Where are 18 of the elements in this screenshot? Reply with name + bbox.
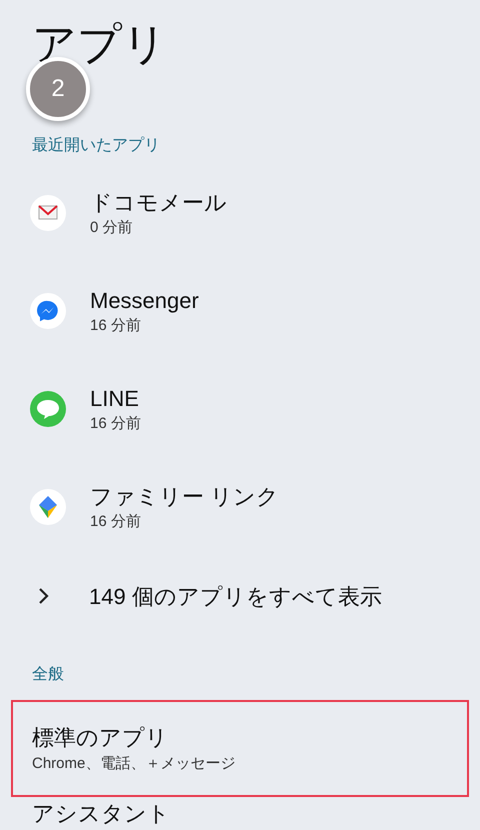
app-name[interactable]: LINE	[90, 384, 141, 414]
last-opened-time: 16 分前	[90, 316, 142, 336]
last-opened-time: 16 分前	[90, 512, 142, 532]
app-name[interactable]: Messenger	[90, 286, 199, 316]
chevron-icon	[38, 587, 50, 605]
section-header: 最近開いたアプリ	[32, 136, 160, 156]
app-name[interactable]: ドコモメール	[90, 188, 227, 218]
app-icon	[30, 489, 66, 525]
section-header: 全般	[32, 665, 64, 685]
settings-item[interactable]: アシスタント	[11, 801, 469, 827]
settings-item[interactable]: 標準のアプリ Chrome、電話、＋メッセージ	[11, 700, 469, 797]
last-opened-time: 0 分前	[90, 218, 134, 238]
last-opened-time: 16 分前	[90, 414, 141, 434]
app-icon	[30, 391, 66, 427]
app-name[interactable]: ファミリー リンク	[90, 482, 280, 512]
app-icon	[30, 293, 66, 329]
app-icon	[30, 195, 66, 231]
show-all-apps-link[interactable]: 149 個のアプリをすべて表示	[0, 556, 480, 636]
